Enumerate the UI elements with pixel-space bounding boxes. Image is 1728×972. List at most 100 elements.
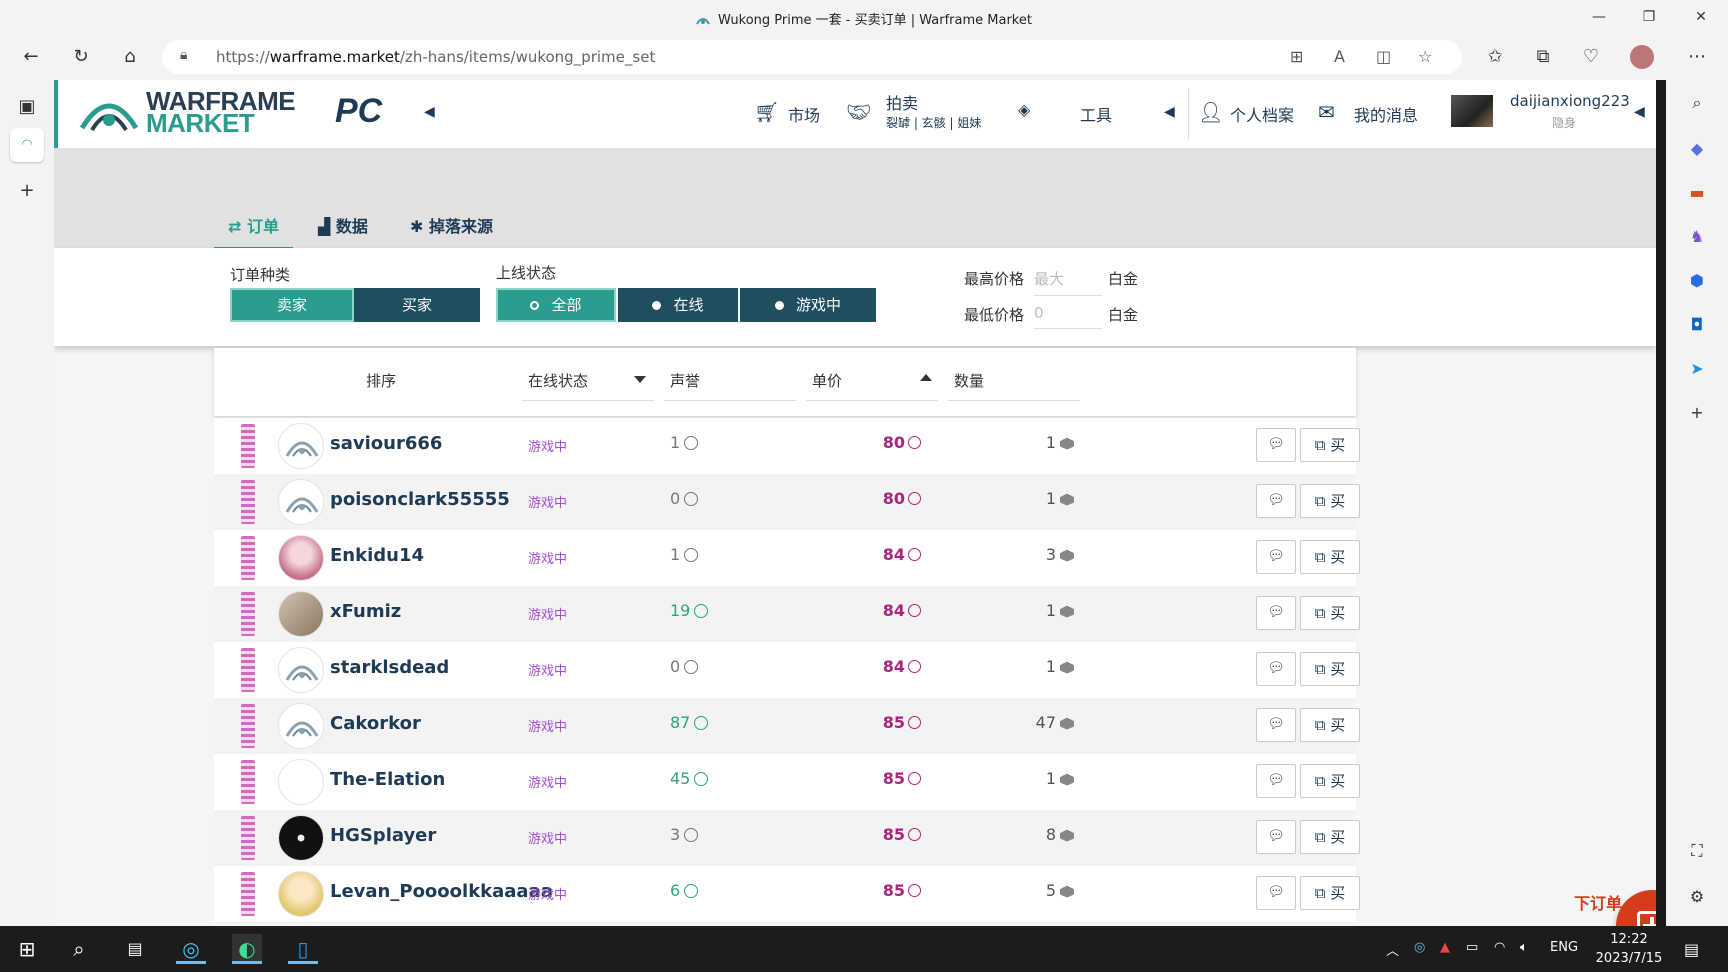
chat-button[interactable]: 💬︎ — [1256, 708, 1296, 742]
col-sort[interactable]: 排序 — [366, 370, 396, 391]
seller-toggle[interactable]: 卖家 — [230, 288, 354, 322]
cart-icon[interactable]: 🛒︎ — [754, 100, 779, 124]
chat-button[interactable]: 💬︎ — [1256, 876, 1296, 910]
filter-ingame-button[interactable]: 游戏中 — [740, 288, 876, 322]
min-price-input[interactable]: 0 — [1034, 304, 1102, 329]
back-icon[interactable]: ← — [18, 44, 44, 70]
avatar[interactable] — [278, 703, 324, 749]
chat-button[interactable]: 💬︎ — [1256, 820, 1296, 854]
lock-icon[interactable]: 🔒︎ — [180, 47, 187, 63]
col-quantity[interactable]: 数量 — [954, 370, 984, 391]
settings-gear-icon[interactable]: ⚙ — [1684, 884, 1710, 910]
tab-statistics[interactable]: ▟ 数据 — [304, 210, 382, 250]
avatar[interactable] — [278, 591, 324, 637]
windows-start-icon[interactable]: ⊞ — [12, 934, 42, 964]
nav-auction[interactable]: 拍卖 — [886, 90, 918, 114]
outlook-icon[interactable]: ◘ — [1684, 312, 1710, 338]
games-icon[interactable]: ♞ — [1684, 224, 1710, 250]
mail-icon[interactable]: ✉ — [1318, 100, 1335, 124]
nav-messages[interactable]: 我的消息 — [1354, 102, 1418, 126]
collapse-left-icon[interactable]: ◀ — [424, 104, 435, 120]
more-menu-icon[interactable]: ⋯ — [1684, 44, 1710, 70]
tools-icon[interactable]: ▬ — [1684, 180, 1710, 206]
chat-button[interactable]: 💬︎ — [1256, 764, 1296, 798]
user-status[interactable]: 隐身 — [1552, 114, 1576, 131]
buy-button[interactable]: ⧉ 买 — [1300, 484, 1360, 518]
avatar[interactable] — [278, 759, 324, 805]
favorite-star-icon[interactable]: ☆ — [1418, 47, 1432, 66]
col-price[interactable]: 单价 — [812, 370, 842, 391]
home-icon[interactable]: ⌂ — [117, 44, 143, 70]
page-scrollbar[interactable] — [1656, 80, 1666, 926]
taskbar-search-icon[interactable]: ⌕ — [64, 934, 94, 964]
app-available-icon[interactable]: ⊞ — [1290, 47, 1303, 66]
tray-chevron-icon[interactable]: ︿ — [1386, 940, 1399, 959]
seller-name[interactable]: HGSplayer — [330, 825, 436, 846]
restore-button[interactable]: ❐ — [1634, 6, 1664, 28]
notifications-icon[interactable]: ▤ — [1684, 940, 1699, 959]
buy-button[interactable]: ⧉ 买 — [1300, 652, 1360, 686]
search-icon[interactable]: ⌕ — [1684, 90, 1710, 116]
volume-icon[interactable]: 🔈︎ — [1520, 940, 1528, 955]
collapse-tools-icon[interactable]: ◀ — [1164, 104, 1175, 120]
split-screen-icon[interactable]: ◫ — [1376, 47, 1391, 66]
microsoft365-icon[interactable]: ⬢ — [1684, 268, 1710, 294]
chat-button[interactable]: 💬︎ — [1256, 428, 1296, 462]
screenshot-icon[interactable]: ⛶ — [1684, 838, 1710, 864]
send-icon[interactable]: ➤ — [1684, 356, 1710, 382]
seller-name[interactable]: xFumiz — [330, 601, 401, 622]
app-icon-launcher[interactable]: ◎ — [176, 934, 206, 964]
system-clock[interactable]: 12:22 2023/7/15 — [1584, 930, 1674, 968]
favorites-icon[interactable]: ✩ — [1482, 44, 1508, 70]
chat-button[interactable]: 💬︎ — [1256, 652, 1296, 686]
buy-button[interactable]: ⧉ 买 — [1300, 540, 1360, 574]
close-window-button[interactable]: ✕ — [1686, 6, 1716, 28]
buy-button[interactable]: ⧉ 买 — [1300, 596, 1360, 630]
chat-button[interactable]: 💬︎ — [1256, 596, 1296, 630]
max-price-input[interactable]: 最大 — [1034, 268, 1102, 296]
wifi-icon[interactable]: ◠ — [1494, 940, 1505, 955]
profile-avatar-icon[interactable] — [1630, 45, 1654, 69]
language-indicator[interactable]: ENG — [1550, 940, 1578, 955]
tray-alert-icon[interactable]: ▲ — [1440, 940, 1450, 955]
username[interactable]: daijianxiong223 — [1510, 92, 1630, 110]
address-bar[interactable]: 🔒︎ https://warframe.market/zh-hans/items… — [162, 40, 1462, 74]
warframe-tab-icon[interactable]: ◠ — [10, 128, 44, 162]
sort-asc-icon[interactable] — [920, 374, 932, 381]
buy-button[interactable]: ⧉ 买 — [1300, 428, 1360, 462]
nav-tools[interactable]: 工具 — [1080, 102, 1112, 126]
collapse-right-icon[interactable]: ◀ — [1634, 104, 1645, 120]
user-avatar[interactable] — [1451, 95, 1493, 127]
seller-name[interactable]: Cakorkor — [330, 713, 421, 734]
battery-icon[interactable]: ▭ — [1466, 940, 1478, 955]
tab-drop-sources[interactable]: ✱ 掉落来源 — [396, 210, 507, 250]
tab-actions-icon[interactable]: ▣ — [10, 90, 44, 124]
avatar[interactable] — [278, 647, 324, 693]
nav-auction-sub[interactable]: 裂罅 | 玄骸 | 姐妹 — [886, 114, 981, 131]
nav-profile[interactable]: 个人档案 — [1230, 102, 1294, 126]
seller-name[interactable]: starklsdead — [330, 657, 449, 678]
sort-desc-icon[interactable] — [634, 376, 646, 383]
task-view-icon[interactable]: ▤ — [120, 934, 150, 964]
avatar[interactable] — [278, 815, 324, 861]
seller-name[interactable]: The-Elation — [330, 769, 445, 790]
new-tab-icon[interactable]: + — [10, 174, 44, 208]
tray-app-icon[interactable]: ◎ — [1414, 940, 1425, 955]
avatar[interactable] — [278, 479, 324, 525]
place-order-label[interactable]: 下订单 — [1574, 890, 1622, 914]
col-status[interactable]: 在线状态 — [528, 370, 588, 391]
filter-all-button[interactable]: 全部 — [496, 288, 616, 322]
chat-button[interactable]: 💬︎ — [1256, 540, 1296, 574]
user-icon[interactable]: 👤︎ — [1198, 100, 1223, 124]
tab-orders[interactable]: ⇄ 订单 — [214, 210, 293, 250]
buyer-toggle[interactable]: 买家 — [354, 288, 480, 322]
buy-button[interactable]: ⧉ 买 — [1300, 820, 1360, 854]
edge-icon[interactable]: ◐ — [232, 934, 262, 964]
site-logo[interactable]: WARFRAME MARKET — [78, 88, 298, 140]
read-aloud-icon[interactable]: A — [1334, 47, 1345, 66]
chat-button[interactable]: 💬︎ — [1256, 484, 1296, 518]
refresh-icon[interactable]: ↻ — [68, 44, 94, 70]
seller-name[interactable]: Levan_Poooolkkaaaaa — [330, 881, 553, 902]
add-sidebar-icon[interactable]: + — [1684, 400, 1710, 426]
buy-button[interactable]: ⧉ 买 — [1300, 708, 1360, 742]
